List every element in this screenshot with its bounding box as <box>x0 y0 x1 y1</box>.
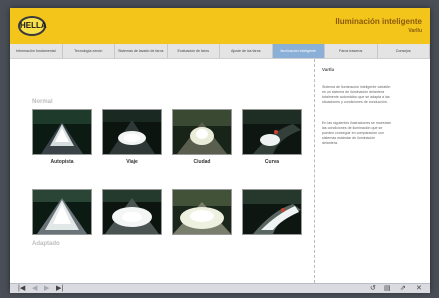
close-icon[interactable]: ✕ <box>416 284 422 293</box>
night-road-image <box>33 190 91 234</box>
tab-iluminacion-inteligente[interactable]: Iluminación inteligente <box>272 44 325 58</box>
caption-autopista: Autopista <box>50 159 74 165</box>
print-icon[interactable]: ▤ <box>384 284 391 293</box>
side-panel: VarIlu Sistema de iluminación inteligent… <box>314 59 430 283</box>
main-content: Normal Autopista Viaje Ciudad Curva Adap… <box>10 59 313 283</box>
previous-page-button[interactable]: ◀ <box>32 284 37 293</box>
night-road-image <box>173 110 231 154</box>
image-adaptado-ciudad[interactable] <box>172 189 232 235</box>
export-icon[interactable]: ⇗ <box>400 284 406 293</box>
caption-ciudad: Ciudad <box>193 159 211 165</box>
page-subtitle: VarIlu <box>408 28 422 34</box>
image-adaptado-viaje[interactable] <box>102 189 162 235</box>
tab-tecnologia-xenon[interactable]: Tecnología xenón <box>63 44 115 58</box>
page-title: Iluminación inteligente <box>335 17 422 26</box>
night-road-image <box>243 190 301 234</box>
image-normal-ciudad[interactable] <box>172 109 232 155</box>
side-paragraph-2: En las siguientes ilustraciones se muest… <box>322 121 391 145</box>
night-road-image <box>103 110 161 154</box>
next-page-button[interactable]: ▶ <box>44 284 49 293</box>
tab-evaluacion-faros[interactable]: Evaluación de faros <box>168 44 220 58</box>
night-road-image <box>103 190 161 234</box>
side-paragraph-1: Sistema de iluminación inteligente varia… <box>322 85 391 104</box>
footer-toolbar: |◀ ◀ ▶ ▶| ↺ ▤ ⇗ ✕ <box>10 283 430 293</box>
image-adaptado-curva[interactable] <box>242 189 302 235</box>
image-adaptado-autopista[interactable] <box>32 189 92 235</box>
tab-lavado-faros[interactable]: Sistemas de lavado de faros <box>115 44 168 58</box>
reload-icon[interactable]: ↺ <box>370 284 376 293</box>
row-label-normal: Normal <box>32 99 53 105</box>
side-panel-title: VarIlu <box>322 67 335 72</box>
first-page-button[interactable]: |◀ <box>18 284 25 293</box>
app-window: HELLA Iluminación inteligente VarIlu Inf… <box>10 8 430 293</box>
image-normal-viaje[interactable] <box>102 109 162 155</box>
image-normal-autopista[interactable] <box>32 109 92 155</box>
tab-informacion-fundamental[interactable]: Información fundamental <box>10 44 63 58</box>
image-normal-curva[interactable] <box>242 109 302 155</box>
caption-viaje: Viaje <box>126 159 138 165</box>
tab-ajuste-faros[interactable]: Ajuste de los faros <box>220 44 273 58</box>
last-page-button[interactable]: ▶| <box>56 284 63 293</box>
night-road-image <box>243 110 301 154</box>
tab-faros-traseros[interactable]: Faros traseros <box>325 44 378 58</box>
nav-tabs: Información fundamental Tecnología xenón… <box>10 44 430 59</box>
caption-curva: Curva <box>264 159 280 165</box>
hella-logo: HELLA <box>18 16 47 36</box>
night-road-image <box>173 190 231 234</box>
night-road-image <box>33 110 91 154</box>
header-bar: HELLA Iluminación inteligente VarIlu <box>10 8 430 44</box>
row-label-adaptado: Adaptado <box>32 241 60 247</box>
tab-consejos[interactable]: Consejos <box>378 44 430 58</box>
